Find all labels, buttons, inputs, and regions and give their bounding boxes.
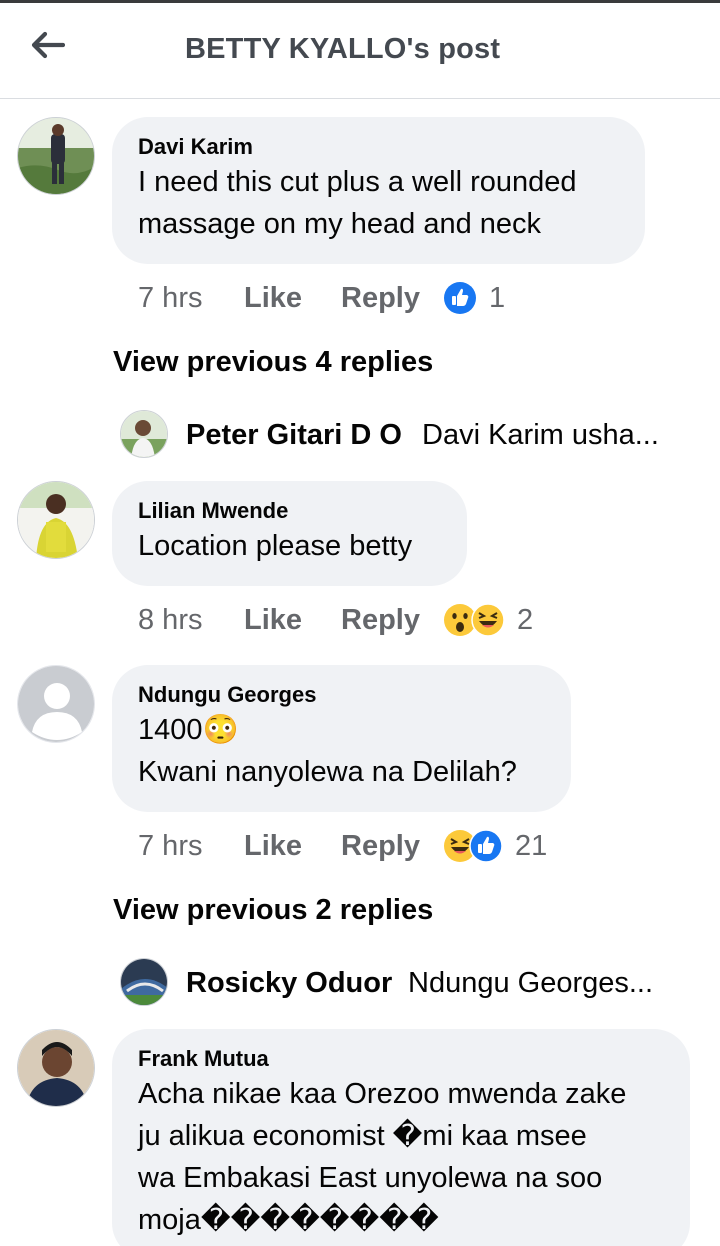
- reply-button[interactable]: Reply: [341, 830, 420, 863]
- reaction-count: 1: [489, 281, 506, 314]
- reaction-summary[interactable]: 21: [443, 829, 547, 863]
- avatar[interactable]: [17, 665, 95, 743]
- comment-text: 1400😳 Kwani nanyolewa na Delilah?: [138, 714, 517, 788]
- comment-text: Location please betty: [138, 530, 413, 562]
- comment-author[interactable]: Frank Mutua: [138, 1045, 664, 1073]
- comment-time[interactable]: 8 hrs: [138, 604, 202, 637]
- view-previous-replies[interactable]: View previous 2 replies: [113, 894, 433, 927]
- comment-time[interactable]: 7 hrs: [138, 830, 202, 863]
- comment-bubble[interactable]: Davi Karim I need this cut plus a well r…: [112, 117, 645, 264]
- comment-meta: 7 hrs Like Reply 21: [138, 826, 578, 866]
- reply-text: Ndungu Georges...: [408, 966, 654, 999]
- reaction-summary[interactable]: 2: [443, 603, 533, 637]
- avatar[interactable]: [120, 958, 168, 1006]
- reaction-count: 2: [517, 603, 534, 636]
- haha-emoji-icon: [471, 603, 505, 637]
- reply-preview[interactable]: Rosicky Oduor Ndungu Georges...: [120, 958, 700, 1008]
- comment-meta: 8 hrs Like Reply 2: [138, 600, 558, 640]
- avatar[interactable]: [120, 410, 168, 458]
- view-previous-replies[interactable]: View previous 4 replies: [113, 346, 433, 379]
- comment-text: Acha nikae kaa Orezoo mwenda zake ju ali…: [138, 1078, 627, 1236]
- reply-author[interactable]: Peter Gitari D O: [186, 419, 402, 452]
- reaction-count: 21: [515, 829, 548, 862]
- arrow-left-icon: [31, 31, 65, 59]
- comment-time[interactable]: 7 hrs: [138, 282, 202, 315]
- like-thumb-icon: [444, 282, 476, 314]
- comment-text: I need this cut plus a well rounded mass…: [138, 166, 577, 240]
- header-bar: BETTY KYALLO's post: [0, 3, 720, 99]
- page-title: BETTY KYALLO's post: [185, 33, 501, 65]
- comment-author[interactable]: Lilian Mwende: [138, 497, 441, 525]
- reply-text: Davi Karim usha...: [422, 418, 659, 451]
- reply-button[interactable]: Reply: [341, 282, 420, 315]
- avatar[interactable]: [17, 117, 95, 195]
- reply-preview[interactable]: Peter Gitari D O Davi Karim usha...: [120, 410, 700, 460]
- like-button[interactable]: Like: [244, 604, 302, 637]
- like-button[interactable]: Like: [244, 282, 302, 315]
- comment-bubble[interactable]: Lilian Mwende Location please betty: [112, 481, 467, 586]
- like-button[interactable]: Like: [244, 830, 302, 863]
- back-button[interactable]: [28, 25, 68, 65]
- comment-meta: 7 hrs Like Reply 1: [138, 278, 558, 318]
- like-thumb-icon: [469, 829, 503, 863]
- comment-author[interactable]: Ndungu Georges: [138, 681, 545, 709]
- reply-author[interactable]: Rosicky Oduor: [186, 967, 392, 1000]
- comment-bubble[interactable]: Frank Mutua Acha nikae kaa Orezoo mwenda…: [112, 1029, 690, 1246]
- reaction-summary[interactable]: 1: [443, 281, 505, 315]
- avatar[interactable]: [17, 1029, 95, 1107]
- comment-author[interactable]: Davi Karim: [138, 133, 619, 161]
- comment-bubble[interactable]: Ndungu Georges 1400😳 Kwani nanyolewa na …: [112, 665, 571, 812]
- avatar[interactable]: [17, 481, 95, 559]
- reply-button[interactable]: Reply: [341, 604, 420, 637]
